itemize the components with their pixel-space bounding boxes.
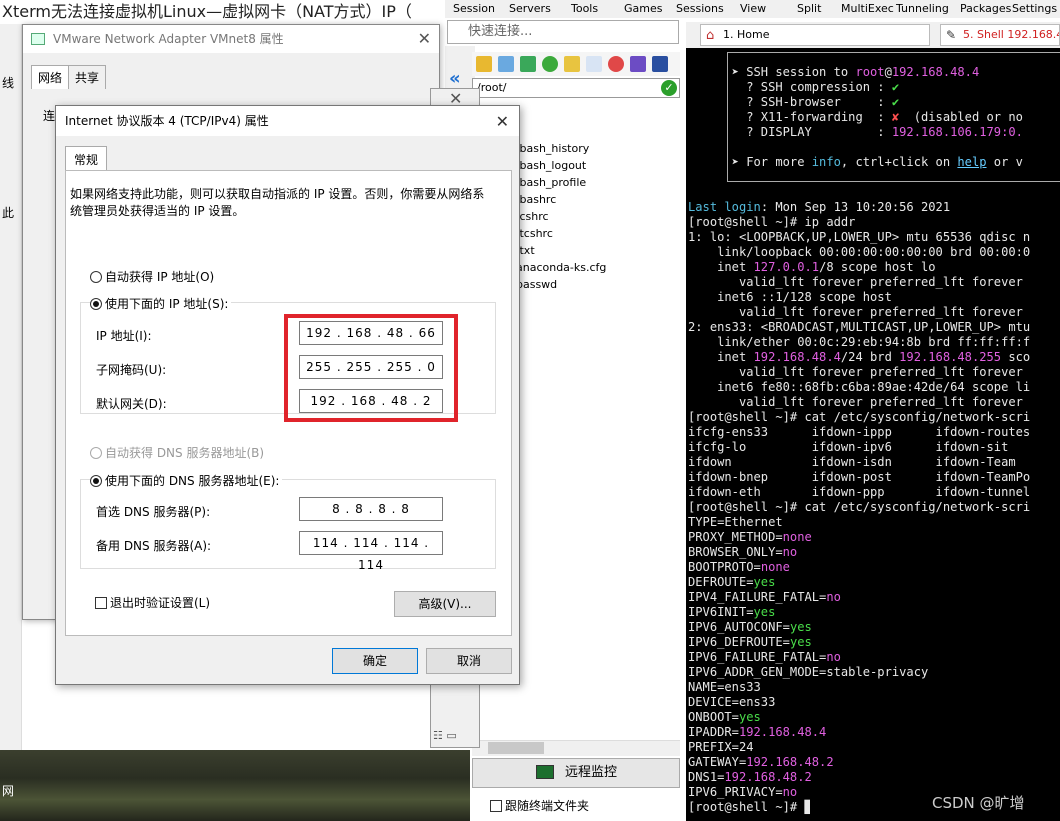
close-icon[interactable]: ✕	[418, 29, 431, 48]
new-folder-icon[interactable]	[564, 56, 580, 72]
subnet-mask-label: 子网掩码(U):	[96, 363, 167, 377]
tab-sharing[interactable]: 共享	[68, 65, 107, 89]
connect-label: 连	[43, 109, 56, 123]
alternate-dns-label: 备用 DNS 服务器(A):	[96, 539, 212, 553]
list-item[interactable]: .bashrc	[516, 193, 556, 206]
menu-bar: Session Servers Tools Games Sessions Vie…	[445, 0, 1060, 18]
ipv4-tabs: 常规	[65, 146, 108, 172]
checkbox-box[interactable]	[95, 597, 107, 609]
background-window-strip: 线 此	[0, 24, 22, 750]
dns-group	[80, 479, 496, 569]
description-text: 如果网络支持此功能，则可以获取自动指派的 IP 设置。否则，你需要从网络系统管理…	[70, 187, 485, 218]
tab-shell-label: 5. Shell 192.168.48.4	[963, 28, 1059, 41]
tab-shell[interactable]: ✎ 5. Shell 192.168.48.4	[940, 24, 1060, 46]
tab-network[interactable]: 网络	[31, 65, 70, 89]
vmnet8-tabs: 网络 共享	[31, 65, 107, 89]
collapse-arrow-icon[interactable]: «	[449, 68, 461, 89]
watermark: CSDN @旷增	[932, 794, 1025, 812]
rename-icon[interactable]	[630, 56, 646, 72]
auto-dns-option[interactable]: 自动获得 DNS 服务器地址(B)	[90, 444, 264, 461]
radio-button[interactable]	[90, 475, 102, 487]
manual-dns-label: 使用下面的 DNS 服务器地址(E):	[105, 474, 280, 488]
list-item[interactable]: .tcshrc	[516, 227, 553, 240]
list-item[interactable]: .bash_history	[516, 142, 589, 155]
tab-home[interactable]: ⌂ 1. Home	[700, 24, 930, 46]
checkbox-box[interactable]	[490, 800, 502, 812]
alternate-dns-field[interactable]: 114 . 114 . 114 . 114	[299, 531, 443, 572]
follow-terminal-label: 跟随终端文件夹	[505, 799, 590, 813]
scrollbar-thumb[interactable]	[488, 742, 544, 754]
ipv4-title: Internet 协议版本 4 (TCP/IPv4) 属性	[56, 106, 519, 136]
validate-label: 退出时验证设置(L)	[110, 596, 211, 610]
radio-button[interactable]	[90, 298, 102, 310]
file-toolbar	[472, 52, 680, 76]
auto-dns-label: 自动获得 DNS 服务器地址(B)	[105, 446, 265, 460]
menu-tunneling[interactable]: Tunneling	[896, 2, 949, 15]
radio-button[interactable]	[90, 271, 102, 283]
upload-icon[interactable]	[520, 56, 536, 72]
close-icon[interactable]: ✕	[496, 112, 509, 131]
menu-sessions[interactable]: Sessions	[676, 2, 724, 15]
checkmark-icon[interactable]: ✓	[661, 80, 677, 96]
manual-ip-label: 使用下面的 IP 地址(S):	[105, 297, 229, 311]
download-icon[interactable]	[498, 56, 514, 72]
background-photo-label: 网	[2, 784, 15, 798]
tab-general[interactable]: 常规	[65, 146, 108, 172]
radio-button[interactable]	[90, 447, 102, 459]
ok-button[interactable]: 确定	[332, 648, 418, 674]
menu-view[interactable]: View	[740, 2, 766, 15]
delete-icon[interactable]	[608, 56, 624, 72]
path-input[interactable]: /root/ ✓	[472, 78, 680, 98]
menu-games[interactable]: Games	[624, 2, 662, 15]
background-article-title: Xterm无法连接虚拟机Linux—虚拟网卡（NAT方式）IP（	[2, 2, 412, 21]
tab-home-label: 1. Home	[723, 28, 770, 41]
list-item[interactable]: passwd	[516, 278, 557, 291]
auto-ip-option[interactable]: 自动获得 IP 地址(O)	[90, 268, 214, 285]
network-adapter-icon	[31, 33, 45, 45]
background-photo	[0, 750, 470, 821]
cancel-button[interactable]: 取消	[426, 648, 512, 674]
background-fragment-2: 此	[2, 206, 15, 220]
list-item[interactable]: .cshrc	[516, 210, 549, 223]
menu-servers[interactable]: Servers	[509, 2, 551, 15]
gateway-label: 默认网关(D):	[96, 397, 167, 411]
new-file-icon[interactable]	[586, 56, 602, 72]
menu-tools[interactable]: Tools	[571, 2, 598, 15]
auto-ip-label: 自动获得 IP 地址(O)	[105, 270, 215, 284]
menu-split[interactable]: Split	[797, 2, 821, 15]
wrench-icon: ✎	[946, 28, 957, 42]
properties-icon[interactable]	[652, 56, 668, 72]
path-text: /root/	[477, 81, 507, 94]
quick-connect-input[interactable]: 快速连接...	[447, 20, 679, 44]
list-item[interactable]: .bash_logout	[516, 159, 586, 172]
menu-settings[interactable]: Settings	[1012, 2, 1057, 15]
validate-on-exit-checkbox[interactable]: 退出时验证设置(L)	[95, 594, 210, 611]
folder-up-icon[interactable]	[476, 56, 492, 72]
follow-terminal-checkbox[interactable]: 跟随终端文件夹	[490, 797, 589, 814]
refresh-icon[interactable]	[542, 56, 558, 72]
manual-ip-option[interactable]: 使用下面的 IP 地址(S):	[90, 295, 232, 312]
view-toggle-icon[interactable]: ☷ ▭	[433, 729, 457, 742]
monitor-icon	[536, 765, 554, 779]
menu-multiexec[interactable]: MultiExec	[841, 2, 894, 15]
list-item[interactable]: anaconda-ks.cfg	[516, 261, 606, 274]
background-fragment: 线	[2, 76, 15, 90]
ip-address-label: IP 地址(I):	[96, 329, 152, 343]
preferred-dns-label: 首选 DNS 服务器(P):	[96, 505, 211, 519]
ssh-info-box	[727, 52, 1060, 182]
red-highlight-box	[284, 314, 458, 422]
home-icon: ⌂	[706, 28, 715, 43]
menu-packages[interactable]: Packages	[960, 2, 1011, 15]
preferred-dns-field[interactable]: 8 . 8 . 8 . 8	[299, 497, 443, 521]
list-item[interactable]: .bash_profile	[516, 176, 586, 189]
menu-session[interactable]: Session	[453, 2, 495, 15]
vmnet8-title: VMware Network Adapter VMnet8 属性	[23, 25, 439, 53]
remote-monitoring-button[interactable]: 远程监控	[472, 758, 680, 788]
manual-dns-option[interactable]: 使用下面的 DNS 服务器地址(E):	[90, 472, 283, 489]
advanced-button[interactable]: 高级(V)...	[394, 591, 496, 617]
